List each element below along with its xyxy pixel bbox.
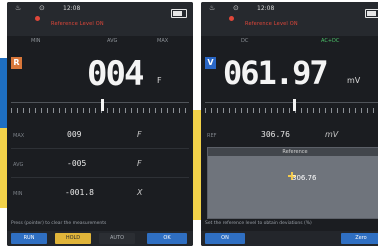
tab-avg[interactable]: AVG — [107, 38, 117, 44]
alert-dot — [35, 16, 40, 21]
alert-dot — [229, 16, 234, 21]
main-unit: mV — [347, 76, 361, 85]
status-bar: ♨ ⊙ 12:08 Reference Level ON — [7, 2, 193, 36]
stat-value-max: 009 — [67, 130, 82, 139]
tab-acdc[interactable]: AC+DC — [321, 38, 339, 44]
hold-button[interactable]: HOLD — [55, 233, 91, 244]
stat-value-min: -001.8 — [65, 188, 94, 197]
battery-icon — [171, 9, 187, 18]
mode-badge: V — [205, 57, 216, 69]
row-divider — [11, 148, 189, 149]
bargraph-ruler — [11, 99, 189, 113]
tab-max[interactable]: MAX — [157, 38, 168, 44]
tab-min[interactable]: MIN — [31, 38, 41, 44]
main-reading: 061.97 — [223, 54, 329, 92]
ruler-marker — [101, 99, 104, 111]
right-meter-screen: ♨ ⊙ 12:08 Reference Level ON DC AC+DC V … — [201, 2, 378, 246]
stat-label-avg: AVG — [13, 162, 24, 168]
stat-unit-max: F — [137, 130, 142, 139]
softkey-bar: RUN HOLD AUTO OK — [7, 231, 193, 246]
stat-unit-min: X — [137, 188, 143, 197]
alert-text: Reference Level ON — [51, 21, 104, 27]
stat-label-min: MIN — [13, 191, 23, 197]
tab-strip: MIN AVG MAX — [7, 36, 193, 48]
thermometer-icon: ♨ — [15, 4, 22, 12]
tab-dc[interactable]: DC — [241, 38, 248, 44]
graph-title: Reference — [208, 148, 378, 156]
status-time: 12:08 — [257, 5, 275, 12]
thermometer-icon: ♨ — [209, 4, 216, 12]
record-icon: ⊙ — [39, 4, 45, 12]
mode-badge: R — [11, 57, 22, 69]
status-bar: ♨ ⊙ 12:08 Reference Level ON — [201, 2, 378, 36]
on-button[interactable]: ON — [205, 233, 245, 244]
stat-label-max: MAX — [13, 133, 25, 139]
row-divider — [11, 177, 189, 178]
record-icon: ⊙ — [233, 4, 239, 12]
status-message: Press (pointer) to clear the measurement… — [11, 221, 107, 226]
ruler-marker — [293, 99, 296, 111]
alert-text: Reference Level ON — [245, 21, 298, 27]
graph-value: 306.76 — [292, 174, 317, 182]
reference-graph: Reference 306.76 — [207, 147, 378, 219]
stat-value-avg: -005 — [67, 159, 87, 168]
stat-label-ref: REF — [207, 133, 217, 139]
main-unit: F — [157, 76, 162, 85]
softkey-bar: ON Zero — [201, 231, 378, 246]
stat-unit-avg: F — [137, 159, 142, 168]
stat-unit-ref: mV — [325, 130, 339, 139]
zero-button[interactable]: Zero — [341, 233, 378, 244]
auto-button[interactable]: AUTO — [99, 233, 135, 244]
battery-icon — [365, 9, 378, 18]
bargraph-ruler — [205, 99, 378, 113]
left-meter-screen: ♨ ⊙ 12:08 Reference Level ON MIN AVG MAX… — [7, 2, 193, 246]
tab-strip: DC AC+DC — [201, 36, 378, 48]
run-button[interactable]: RUN — [11, 233, 47, 244]
stat-value-ref: 306.76 — [261, 130, 290, 139]
status-message: Set the reference level to obtain deviat… — [205, 221, 312, 226]
main-reading: 004 — [87, 54, 144, 94]
status-time: 12:08 — [63, 5, 81, 12]
ok-button[interactable]: OK — [147, 233, 187, 244]
